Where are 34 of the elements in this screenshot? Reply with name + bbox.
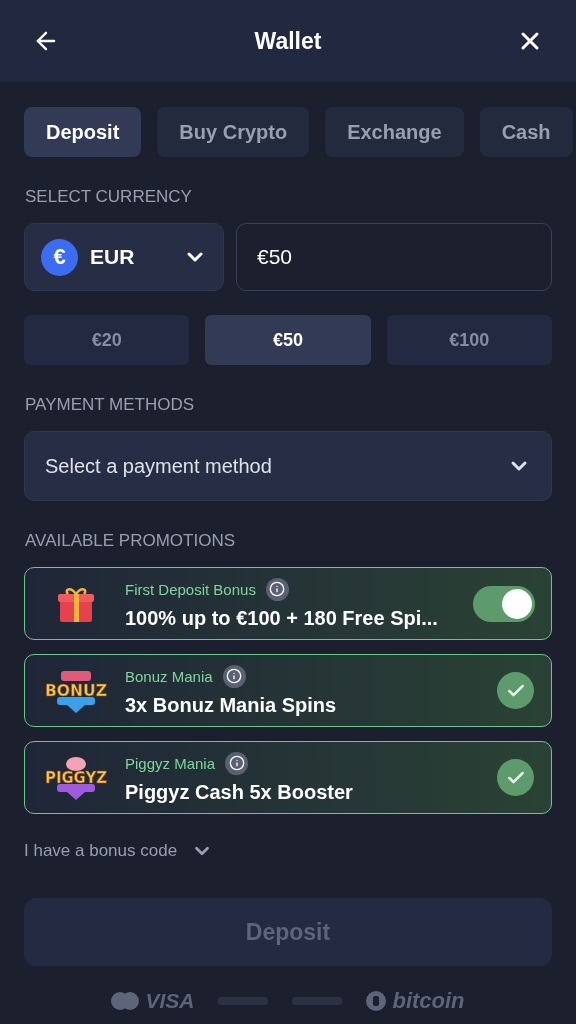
bonus-code-toggle[interactable]: I have a bonus code — [24, 840, 214, 862]
promotion-title: 100% up to €100 + 180 Free Spi... — [125, 606, 439, 630]
pig-game-logo: PIGGYZ — [43, 754, 109, 801]
currency-symbol: € — [41, 238, 78, 276]
tab[interactable]: Exchange — [325, 107, 464, 157]
card-circles-icon — [111, 992, 140, 1010]
promotion-title: Piggyz Cash 5x Booster — [125, 780, 354, 804]
crypto-logo-text: bitcoin — [392, 988, 465, 1014]
toggle-switch[interactable] — [473, 585, 535, 622]
card-logo-text: VISA — [145, 989, 195, 1013]
section-label: SELECT CURRENCY — [25, 187, 193, 207]
section-label: AVAILABLE PROMOTIONS — [25, 531, 237, 551]
coin-icon — [366, 991, 387, 1011]
promotion-title: 3x Bonuz Mania Spins — [125, 693, 338, 717]
tab[interactable]: Buy Crypto — [157, 107, 310, 157]
slot-game-logo: BONUZ — [43, 667, 109, 714]
promotion-name: Piggyz Mania — [125, 754, 216, 772]
info-icon[interactable] — [265, 577, 289, 601]
check-icon[interactable] — [497, 759, 534, 796]
amount-field[interactable]: €50 — [236, 223, 552, 291]
payment-method-select[interactable]: Select a payment method — [24, 431, 552, 501]
info-icon[interactable] — [222, 664, 246, 688]
amount-chip[interactable]: €50 — [205, 315, 371, 365]
window-title: Wallet — [254, 27, 322, 55]
promotion-name: First Deposit Bonus — [125, 580, 256, 598]
amount-chip[interactable]: €20 — [24, 315, 190, 365]
tab[interactable]: Deposit — [24, 107, 142, 157]
check-icon[interactable] — [497, 672, 534, 709]
section-label: PAYMENT METHODS — [25, 395, 196, 415]
currency-select[interactable]: € EUR — [24, 223, 224, 291]
info-icon[interactable] — [225, 751, 249, 775]
promotion-name: Bonuz Mania — [125, 667, 213, 685]
tab[interactable]: Cash — [479, 107, 573, 157]
amount-chip[interactable]: €100 — [386, 315, 552, 365]
